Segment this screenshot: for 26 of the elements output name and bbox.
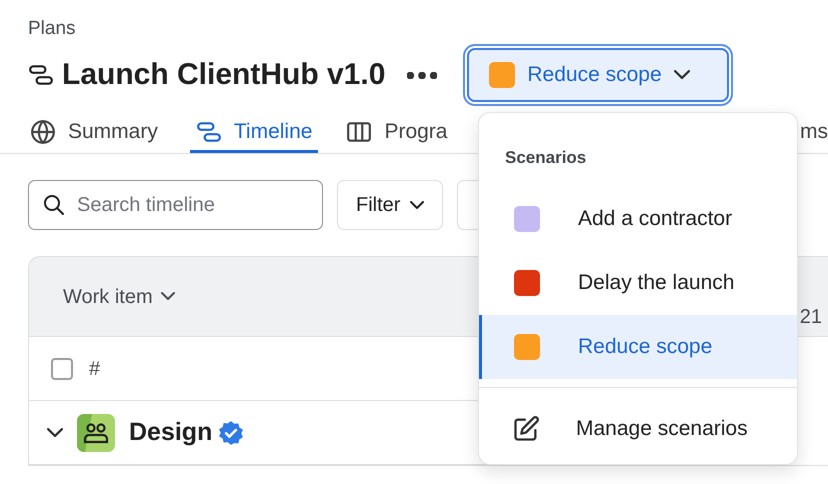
column-header[interactable]: Work item <box>63 282 175 312</box>
tab[interactable]: Summary <box>28 114 164 153</box>
edit-icon <box>512 414 540 442</box>
search-field[interactable]: Search timeline <box>28 180 323 230</box>
caret-icon <box>674 70 690 80</box>
globe-icon <box>30 119 56 145</box>
tab[interactable]: ms <box>800 114 828 153</box>
menu-item[interactable]: Delay the launch <box>479 250 797 314</box>
caret-icon <box>410 200 424 210</box>
page-title: Launch ClientHub v1.0 <box>62 57 386 93</box>
filter-button[interactable]: Filter <box>337 180 444 230</box>
row-title: Design <box>129 416 212 448</box>
breadcrumb-link[interactable]: Plans <box>0 0 828 42</box>
menu-heading: Scenarios <box>504 147 588 169</box>
column-header: 21 <box>800 304 823 330</box>
more-icon[interactable] <box>407 72 438 78</box>
caret-icon[interactable] <box>47 428 63 438</box>
column-header: # <box>89 356 100 382</box>
checkbox[interactable] <box>51 358 73 380</box>
menu-item[interactable]: Add a contractor <box>479 186 797 250</box>
tab[interactable]: Progra <box>344 114 454 153</box>
tab[interactable]: Timeline <box>190 114 318 153</box>
menu-item[interactable]: Reduce scope <box>479 314 797 378</box>
caret-icon <box>160 292 175 301</box>
menu-item[interactable]: Manage scenarios <box>479 388 797 470</box>
team-icon <box>77 414 115 452</box>
